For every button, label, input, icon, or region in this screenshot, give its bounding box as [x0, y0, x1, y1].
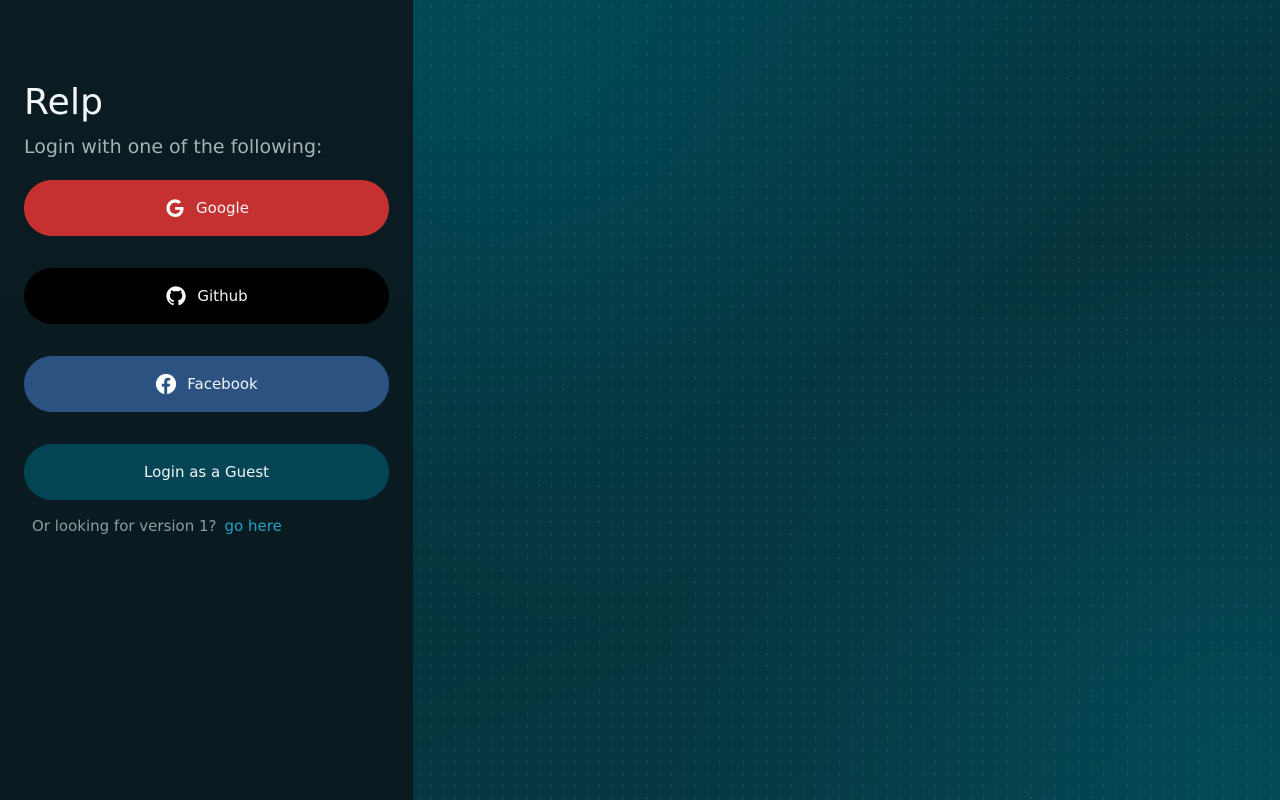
facebook-login-label: Facebook — [187, 375, 258, 393]
google-login-button[interactable]: Google — [24, 180, 389, 236]
google-icon — [164, 197, 186, 219]
github-icon — [165, 285, 187, 307]
github-login-button[interactable]: Github — [24, 268, 389, 324]
guest-login-button[interactable]: Login as a Guest — [24, 444, 389, 500]
facebook-icon — [155, 373, 177, 395]
google-login-label: Google — [196, 199, 249, 217]
login-page: Relp Login with one of the following: Go… — [0, 0, 1280, 800]
version-prompt-text: Or looking for version 1? — [32, 517, 217, 535]
login-sidebar: Relp Login with one of the following: Go… — [0, 0, 413, 800]
decorative-backdrop — [413, 0, 1280, 800]
version-1-link[interactable]: go here — [225, 517, 282, 535]
version-prompt: Or looking for version 1? go here — [32, 517, 282, 535]
app-title: Relp — [24, 82, 104, 123]
guest-login-label: Login as a Guest — [143, 463, 270, 481]
login-subtitle: Login with one of the following: — [24, 136, 323, 158]
dot-grid-pattern — [413, 0, 1280, 800]
github-login-label: Github — [197, 287, 248, 305]
facebook-login-button[interactable]: Facebook — [24, 356, 389, 412]
